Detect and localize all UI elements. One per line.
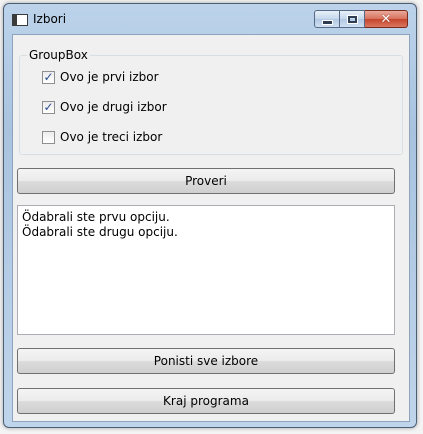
maximize-button[interactable] xyxy=(340,10,365,28)
output-line-2: Ödabrali ste drugu opciju. xyxy=(22,225,178,239)
checkbox-option-2[interactable]: ✓ Ovo je drugi izbor xyxy=(42,99,167,115)
checkbox-label-1: Ovo je prvi izbor xyxy=(60,70,159,84)
app-icon xyxy=(12,14,28,26)
checkbox-label-2: Ovo je drugi izbor xyxy=(60,100,167,114)
checkbox-option-1[interactable]: ✓ Ovo je prvi izbor xyxy=(42,69,159,85)
output-line-1: Ödabrali ste prvu opciju. xyxy=(22,210,170,224)
checkbox-label-3: Ovo je treci izbor xyxy=(60,130,163,144)
close-icon: ✕ xyxy=(380,11,392,27)
groupbox-title: GroupBox xyxy=(27,48,90,62)
output-textarea[interactable]: Ödabrali ste prvu opciju. Ödabrali ste d… xyxy=(17,205,395,335)
checkbox-option-3[interactable]: Ovo je treci izbor xyxy=(42,129,162,145)
minimize-button[interactable] xyxy=(314,10,340,28)
title-bar[interactable]: Izbori ✕ xyxy=(4,4,416,34)
window-title: Izbori xyxy=(33,12,67,26)
check-button[interactable]: Proveri xyxy=(17,168,395,194)
checkbox-3[interactable] xyxy=(42,130,55,144)
reset-button[interactable]: Ponisti sve izbore xyxy=(17,348,395,374)
groupbox: ✓ Ovo je prvi izbor ✓ Ovo je drugi izbor… xyxy=(19,55,403,155)
checkbox-2[interactable]: ✓ xyxy=(42,100,55,114)
minimize-icon xyxy=(321,19,333,25)
client-area: ✓ Ovo je prvi izbor ✓ Ovo je drugi izbor… xyxy=(12,34,410,422)
main-window: Izbori ✕ ✓ Ovo je prvi izbor ✓ Ovo je dr… xyxy=(3,3,417,428)
close-button[interactable]: ✕ xyxy=(365,10,408,28)
maximize-icon xyxy=(346,14,358,24)
checkbox-1[interactable]: ✓ xyxy=(42,70,55,84)
exit-button[interactable]: Kraj programa xyxy=(17,388,395,414)
caption-buttons: ✕ xyxy=(314,10,408,28)
